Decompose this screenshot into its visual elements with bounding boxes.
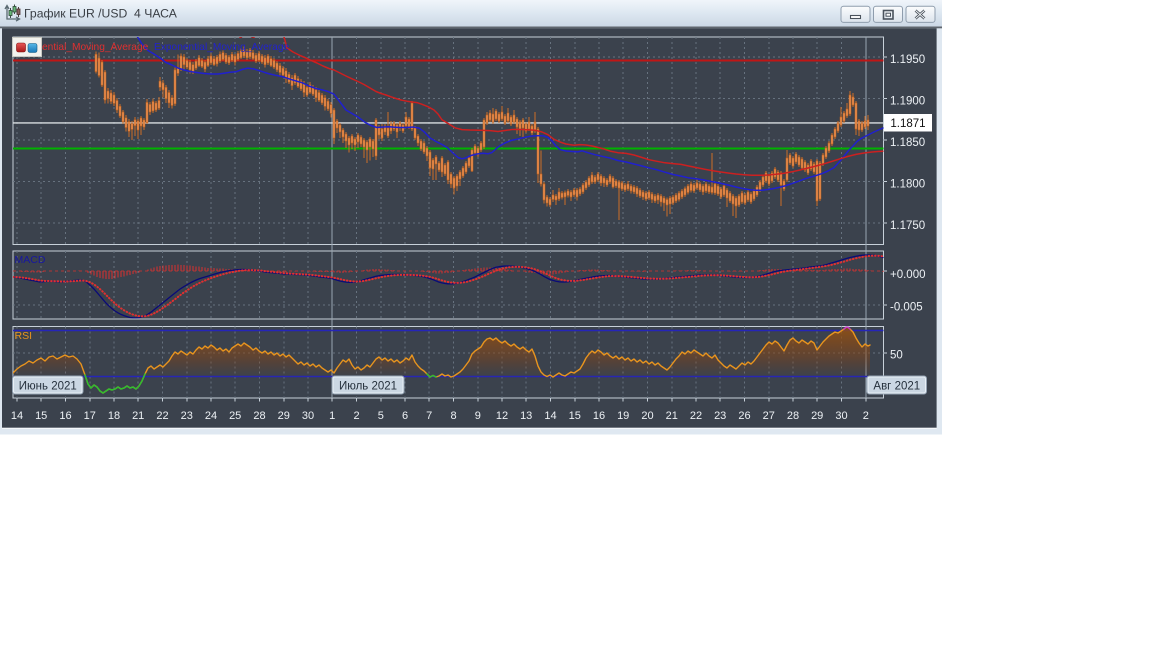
svg-text:27: 27 <box>763 410 775 422</box>
svg-text:+0.000: +0.000 <box>890 269 926 281</box>
svg-text:2: 2 <box>863 410 869 422</box>
svg-text:29: 29 <box>811 410 823 422</box>
svg-text:23: 23 <box>181 410 193 422</box>
svg-text:13: 13 <box>520 410 532 422</box>
svg-text:RSI: RSI <box>15 330 33 342</box>
svg-text:15: 15 <box>569 410 581 422</box>
svg-text:28: 28 <box>787 410 799 422</box>
svg-text:12: 12 <box>496 410 508 422</box>
svg-text:MACD: MACD <box>15 254 46 266</box>
svg-text:21: 21 <box>666 410 678 422</box>
svg-text:1.1871: 1.1871 <box>890 118 925 130</box>
svg-text:-0.005: -0.005 <box>890 302 923 314</box>
svg-text:2: 2 <box>353 410 359 422</box>
svg-text:6: 6 <box>402 410 408 422</box>
svg-text:Авг 2021: Авг 2021 <box>873 381 920 393</box>
svg-text:1: 1 <box>329 410 335 422</box>
svg-text:30: 30 <box>835 410 847 422</box>
svg-text:26: 26 <box>738 410 750 422</box>
svg-text:21: 21 <box>132 410 144 422</box>
svg-text:14: 14 <box>11 410 23 422</box>
svg-text:20: 20 <box>641 410 653 422</box>
svg-text:28: 28 <box>253 410 265 422</box>
svg-text:19: 19 <box>617 410 629 422</box>
svg-text:29: 29 <box>278 410 290 422</box>
svg-text:15: 15 <box>35 410 47 422</box>
svg-text:23: 23 <box>714 410 726 422</box>
svg-text:25: 25 <box>229 410 241 422</box>
svg-text:17: 17 <box>84 410 96 422</box>
svg-text:14: 14 <box>544 410 556 422</box>
svg-text:30: 30 <box>302 410 314 422</box>
svg-text:8: 8 <box>450 410 456 422</box>
svg-text:1.1850: 1.1850 <box>890 137 925 149</box>
svg-text:24: 24 <box>205 410 217 422</box>
svg-text:1.1900: 1.1900 <box>890 96 925 108</box>
svg-text:Июнь 2021: Июнь 2021 <box>19 381 77 393</box>
svg-text:7: 7 <box>426 410 432 422</box>
svg-text:1.1950: 1.1950 <box>890 54 925 66</box>
svg-text:Exponential_Moving_Average: Exponential_Moving_Average <box>154 42 290 53</box>
svg-text:22: 22 <box>690 410 702 422</box>
svg-text:22: 22 <box>156 410 168 422</box>
svg-text:9: 9 <box>475 410 481 422</box>
svg-text:Июль 2021: Июль 2021 <box>339 381 397 393</box>
svg-text:16: 16 <box>593 410 605 422</box>
svg-text:18: 18 <box>108 410 120 422</box>
svg-text:График EUR /USD 4 ЧАСА: График EUR /USD 4 ЧАСА <box>24 7 178 21</box>
svg-text:5: 5 <box>378 410 384 422</box>
svg-text:50: 50 <box>890 350 903 362</box>
svg-text:1.1750: 1.1750 <box>890 220 925 232</box>
svg-text:ential_Moving_Average: ential_Moving_Average <box>42 42 149 53</box>
svg-text:1.1800: 1.1800 <box>890 179 925 191</box>
svg-text:16: 16 <box>59 410 71 422</box>
